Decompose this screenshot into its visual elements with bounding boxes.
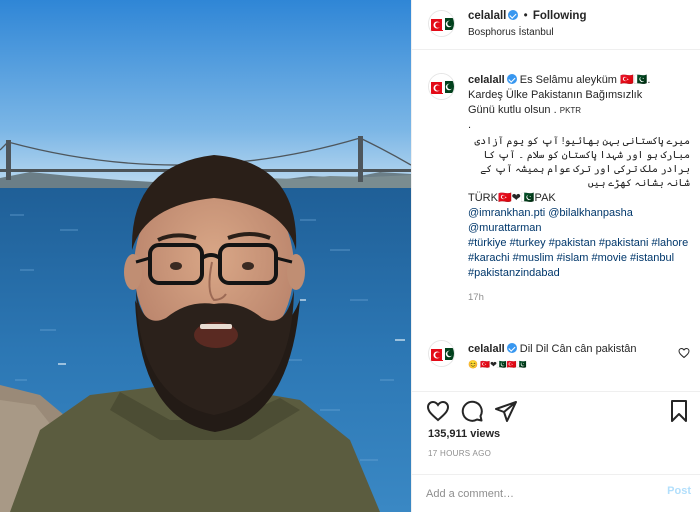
mention-link[interactable]: @bilalkhanpasha — [548, 207, 633, 219]
avatar[interactable] — [428, 73, 455, 100]
post-caption: celalall Es Selâmu aleyküm 🇹🇷🇵🇰. Kardeş … — [468, 73, 690, 305]
bosphorus-selfie-image — [0, 0, 411, 512]
caption-line-2: Kardeş Ülke Pakistanın Bağımsızlık — [468, 89, 643, 101]
hashtag-link[interactable]: #lahore — [652, 237, 689, 249]
mention-link[interactable]: @imrankhan.pti — [468, 207, 545, 219]
comment-emoji-line: 😊 🇹🇷❤🇵🇰🇹🇷🇵🇰 — [468, 360, 527, 369]
hashtag-link[interactable]: #muslim — [513, 252, 554, 264]
hashtag-link[interactable]: #turkey — [510, 237, 546, 249]
comment-icon[interactable] — [460, 399, 484, 423]
post-timestamp: 17 HOURS AGO — [428, 449, 492, 458]
header-username[interactable]: celalall — [468, 10, 506, 22]
caption-username[interactable]: celalall — [468, 74, 505, 86]
location-link[interactable]: Bosphorus İstanbul — [468, 27, 554, 38]
verified-badge-icon — [508, 10, 519, 20]
post-comment-button[interactable]: Post — [667, 485, 691, 497]
header-user-line: celalall • Following — [468, 10, 586, 22]
instagram-post: celalall • Following Bosphorus İstanbul — [0, 0, 700, 512]
comment: celalall Dil Dil Cân cân pakistân 😊 🇹🇷❤🇵… — [468, 342, 668, 372]
hashtag-list: #türkiye #turkey #pakistan #pakistani #l… — [468, 237, 688, 279]
comment-input[interactable] — [426, 485, 646, 503]
profile-flags-image — [429, 341, 454, 366]
caption-line-1: Es Selâmu aleyküm 🇹🇷🇵🇰. — [519, 74, 651, 86]
profile-flags-image — [429, 11, 454, 36]
verified-badge-icon — [506, 343, 517, 353]
hashtag-link[interactable]: #islam — [557, 252, 589, 264]
comment-username[interactable]: celalall — [468, 343, 505, 355]
heart-icon[interactable] — [426, 399, 450, 423]
hashtag-link[interactable]: #türkiye — [468, 237, 507, 249]
bookmark-icon[interactable] — [667, 399, 691, 423]
comment-text: Dil Dil Cân cân pakistân — [519, 343, 637, 355]
post-sidebar: celalall • Following Bosphorus İstanbul — [411, 0, 700, 512]
add-comment-bar: Post — [412, 474, 700, 512]
caption-time: 17h — [468, 292, 484, 303]
post-header: celalall • Following Bosphorus İstanbul — [412, 0, 700, 50]
post-video[interactable] — [0, 0, 411, 512]
hashtag-link[interactable]: #pakistani — [599, 237, 649, 249]
hashtag-link[interactable]: #istanbul — [630, 252, 674, 264]
caption-turk-pak: TÜRK🇹🇷❤🇵🇰PAK — [468, 192, 556, 204]
comment-like-heart-icon[interactable] — [678, 347, 690, 359]
hashtag-link[interactable]: #karachi — [468, 252, 510, 264]
avatar[interactable] — [428, 340, 455, 367]
verified-badge-icon — [506, 74, 517, 84]
hashtag-link[interactable]: #movie — [592, 252, 627, 264]
caption-line-3: Günü kutlu olsun . — [468, 104, 557, 116]
following-button[interactable]: Following — [533, 10, 587, 22]
caption-dot: . — [468, 119, 472, 131]
mention-link[interactable]: @murattarman — [468, 222, 542, 234]
comments-section: celalall Es Selâmu aleyküm 🇹🇷🇵🇰. Kardeş … — [412, 51, 700, 391]
hashtag-link[interactable]: #pakistan — [549, 237, 596, 249]
separator-dot: • — [523, 10, 528, 22]
share-icon[interactable] — [494, 399, 518, 423]
view-count[interactable]: 135,911 views — [428, 428, 500, 440]
avatar[interactable] — [428, 10, 455, 37]
profile-flags-image — [429, 74, 454, 99]
caption-flags: PKTR — [559, 106, 582, 115]
caption-urdu-text: میرے پاکستانی بہن بھائیو! آپ کو یوم آزاد… — [474, 136, 690, 189]
hashtag-link[interactable]: #pakistanzindabad — [468, 267, 560, 279]
